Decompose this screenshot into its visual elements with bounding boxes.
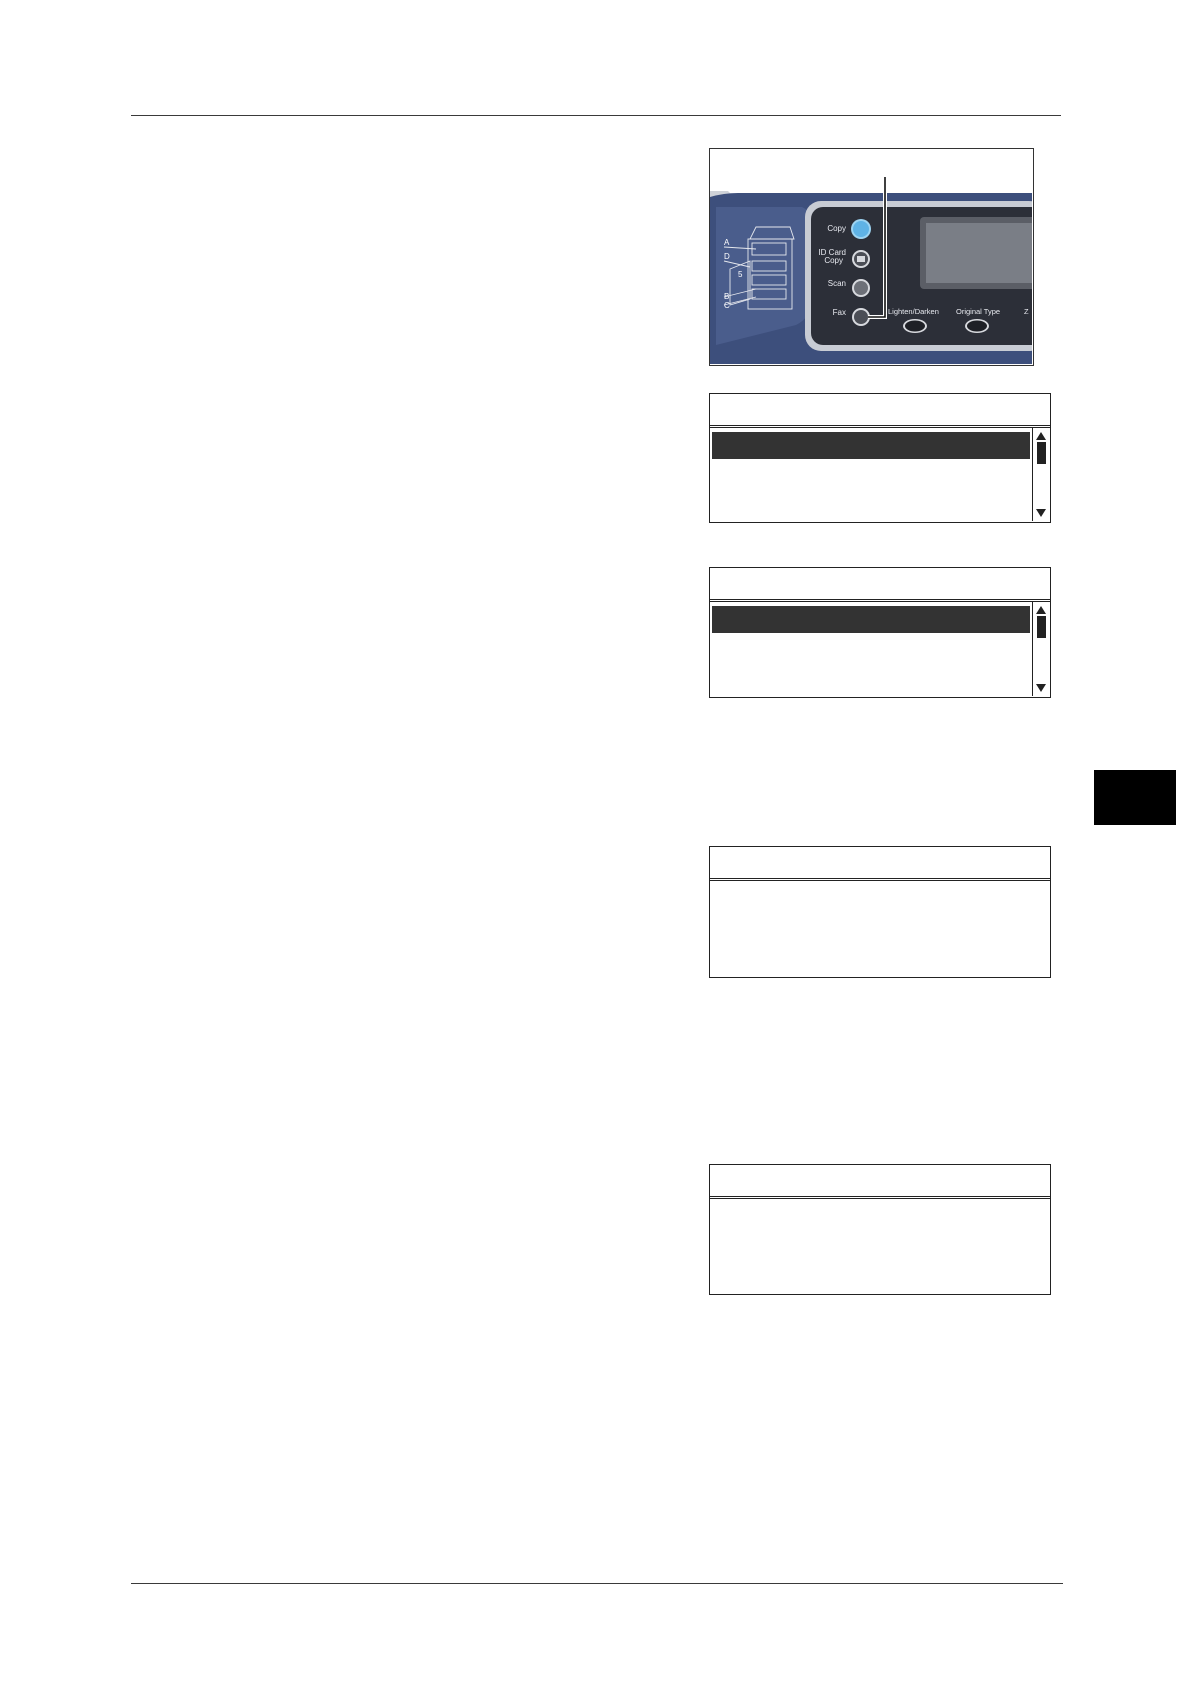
lcd-list-item[interactable] [712,494,1030,521]
scroll-up-arrow-icon[interactable] [1036,432,1046,440]
lcd-body [710,602,1050,696]
fax-button[interactable] [854,310,868,324]
scroll-down-arrow-icon[interactable] [1036,684,1046,692]
lighten-darken-button[interactable] [905,320,925,332]
lcd-body [710,428,1050,521]
copy-button[interactable] [853,221,869,237]
display-window [926,223,1032,283]
original-type-label: Original Type [956,307,1000,316]
footer-rule [131,1583,1063,1584]
lcd-screen-3 [709,846,1051,978]
id-card-icon [857,256,865,262]
marker-5: 5 [738,270,743,279]
lcd-title [710,847,1050,881]
lcd-list-item[interactable] [712,668,1030,695]
chapter-tab [1094,770,1176,825]
lcd-body [710,881,1050,976]
lcd-list-item-selected[interactable] [712,606,1030,633]
lcd-title [710,1165,1050,1199]
marker-a: A [724,238,730,247]
header-rule [131,115,1061,116]
lighten-darken-label: Lighten/Darken [888,307,939,316]
scan-button[interactable] [854,281,868,295]
lcd-title [710,568,1050,602]
lcd-body [710,1199,1050,1293]
original-type-button[interactable] [967,320,987,332]
lcd-scrollbar[interactable] [1032,428,1050,521]
control-panel-illustration: A D 5 B C Copy ID Card Copy Scan Fax Lig… [709,148,1034,366]
lcd-list [710,602,1032,696]
marker-b: B [724,292,729,301]
scan-label: Scan [828,279,846,288]
marker-d: D [724,252,730,261]
fax-label: Fax [833,308,846,317]
scroll-thumb[interactable] [1037,442,1046,464]
lcd-screen-1 [709,393,1051,523]
lcd-list-item-selected[interactable] [712,432,1030,459]
lcd-list-item[interactable] [712,637,1030,664]
lcd-list-item[interactable] [712,463,1030,490]
lcd-title [710,394,1050,428]
partial-label: Z [1024,307,1029,316]
scroll-down-arrow-icon[interactable] [1036,509,1046,517]
lcd-scrollbar[interactable] [1032,602,1050,696]
lcd-screen-2 [709,567,1051,698]
copy-label: Copy [827,224,846,233]
scroll-up-arrow-icon[interactable] [1036,606,1046,614]
id-card-label-2: Copy [824,256,843,265]
lcd-screen-4 [709,1164,1051,1295]
marker-c: C [724,301,730,310]
lcd-list [710,428,1032,521]
scroll-thumb[interactable] [1037,616,1046,638]
control-panel-svg: A D 5 B C Copy ID Card Copy Scan Fax Lig… [710,177,1032,364]
